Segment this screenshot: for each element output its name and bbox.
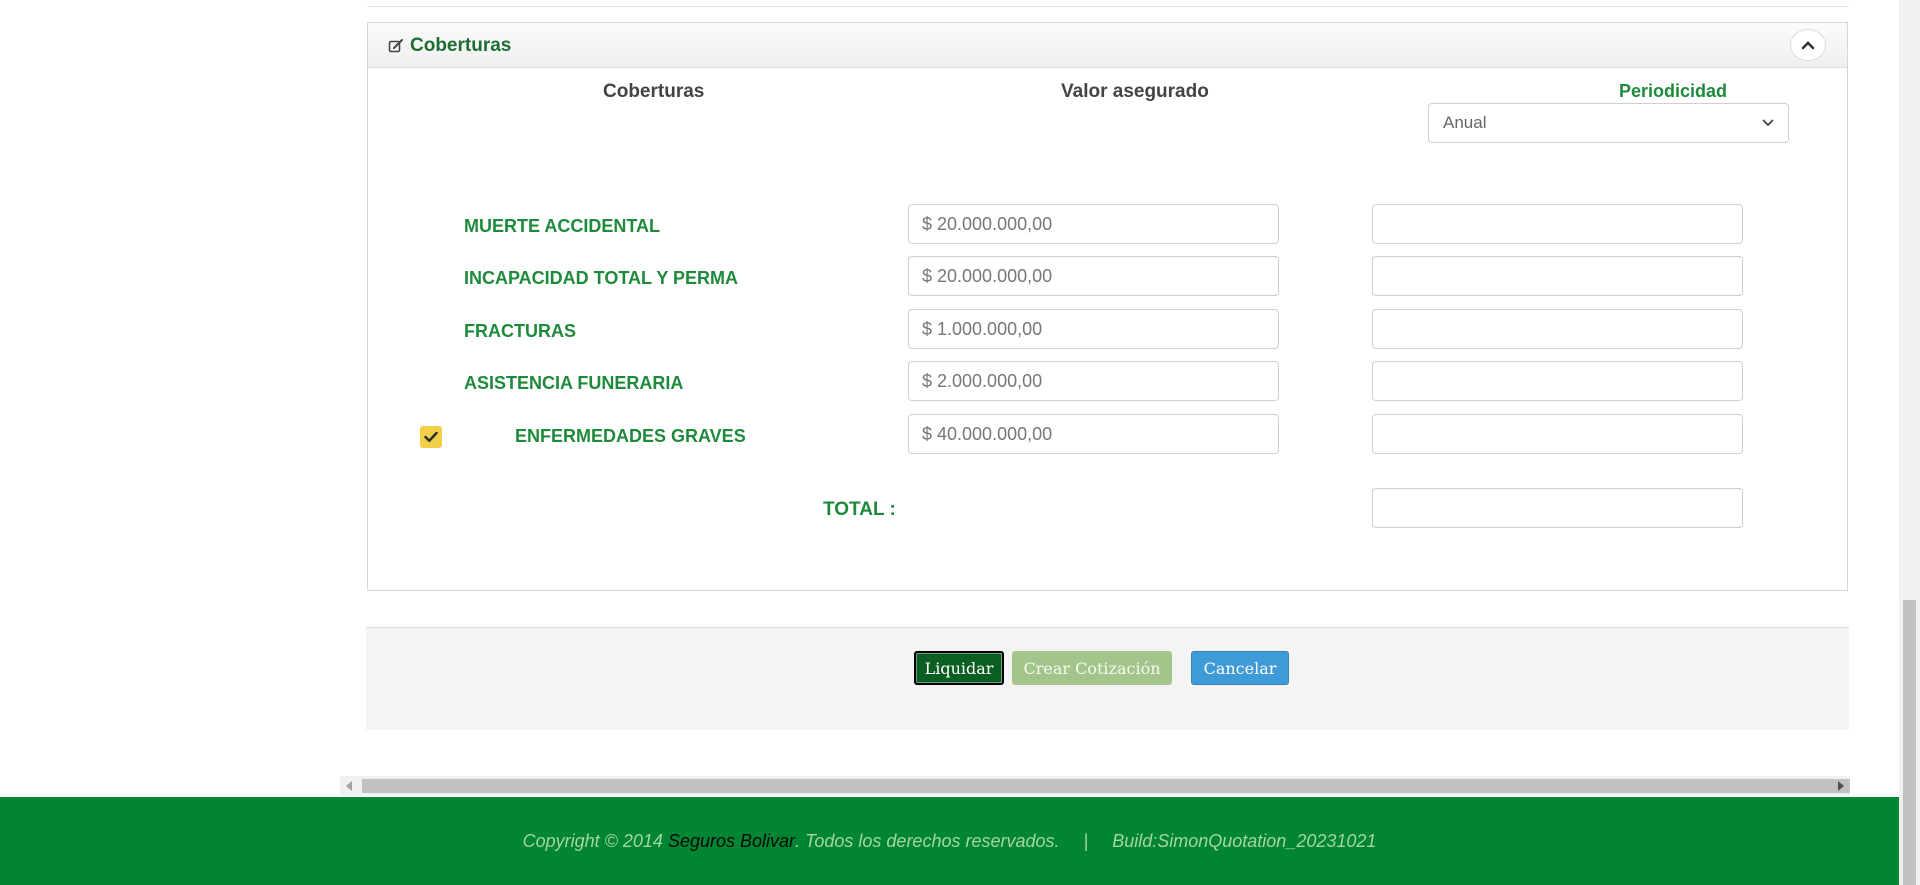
insured-value-field-muerte-accidental[interactable]: $ 20.000.000,00: [908, 204, 1279, 244]
coverage-label-fracturas: FRACTURAS: [464, 321, 576, 341]
collapse-panel-button[interactable]: [1790, 29, 1826, 61]
cancelar-button[interactable]: Cancelar: [1191, 651, 1289, 685]
periodicity-select[interactable]: Anual: [1428, 103, 1789, 143]
premium-field-asistencia-funeraria[interactable]: [1372, 361, 1743, 401]
vertical-scrollbar-thumb[interactable]: [1903, 600, 1916, 885]
page-top-divider: [367, 0, 1849, 7]
insured-value-field-fracturas[interactable]: $ 1.000.000,00: [908, 309, 1279, 349]
liquidar-button[interactable]: Liquidar: [914, 651, 1004, 685]
footer-separator: |: [1083, 830, 1089, 851]
scroll-left-arrow-icon[interactable]: [346, 781, 352, 791]
column-header-coverages: Coberturas: [603, 81, 705, 102]
coverage-label-incapacidad-total: INCAPACIDAD TOTAL Y PERMA: [464, 268, 739, 288]
footer: Copyright © 2014 Seguros Bolivar . Todos…: [0, 797, 1899, 885]
footer-copyright: Copyright © 2014: [522, 830, 668, 851]
enfermedades-graves-checkbox[interactable]: [420, 426, 442, 448]
periodicity-label: Periodicidad: [1618, 81, 1728, 101]
periodicity-selected-value: Anual: [1443, 113, 1487, 132]
coverages-panel: Coberturas Coberturas Valor asegurado Pe…: [367, 22, 1848, 591]
total-label: TOTAL :: [823, 499, 896, 520]
total-field[interactable]: [1372, 488, 1743, 528]
panel-header: Coberturas: [368, 23, 1847, 68]
premium-field-incapacidad-total[interactable]: [1372, 256, 1743, 296]
scroll-right-arrow-icon[interactable]: [1838, 781, 1844, 791]
footer-build: Build:SimonQuotation_20231021: [1112, 830, 1377, 851]
footer-brand-link[interactable]: Seguros Bolivar: [668, 831, 795, 852]
insured-value-field-enfermedades-graves[interactable]: $ 40.000.000,00: [908, 414, 1279, 454]
coverage-label-enfermedades-graves: ENFERMEDADES GRAVES: [515, 426, 746, 446]
chevron-up-icon: [1801, 41, 1815, 50]
coverage-label-asistencia-funeraria: ASISTENCIA FUNERARIA: [464, 373, 684, 393]
chevron-down-icon: [1762, 119, 1774, 127]
coverage-label-muerte-accidental: MUERTE ACCIDENTAL: [464, 216, 660, 236]
premium-field-enfermedades-graves[interactable]: [1372, 414, 1743, 454]
actions-bar: Liquidar Crear Cotización Cancelar: [366, 627, 1849, 730]
panel-title-text: Coberturas: [410, 35, 512, 56]
checkmark-icon: [424, 431, 438, 442]
vertical-scrollbar[interactable]: [1899, 0, 1920, 885]
insured-value-field-incapacidad-total[interactable]: $ 20.000.000,00: [908, 256, 1279, 296]
horizontal-scrollbar-thumb[interactable]: [362, 779, 1850, 793]
panel-title: Coberturas: [388, 35, 511, 57]
premium-field-fracturas[interactable]: [1372, 309, 1743, 349]
edit-icon: [388, 38, 404, 54]
footer-rights: . Todos los derechos reservados.: [795, 830, 1060, 851]
crear-cotizacion-button[interactable]: Crear Cotización: [1012, 651, 1172, 685]
column-header-insured-value: Valor asegurado: [1061, 81, 1209, 102]
premium-field-muerte-accidental[interactable]: [1372, 204, 1743, 244]
insured-value-field-asistencia-funeraria[interactable]: $ 2.000.000,00: [908, 361, 1279, 401]
horizontal-scrollbar[interactable]: [340, 776, 1850, 795]
